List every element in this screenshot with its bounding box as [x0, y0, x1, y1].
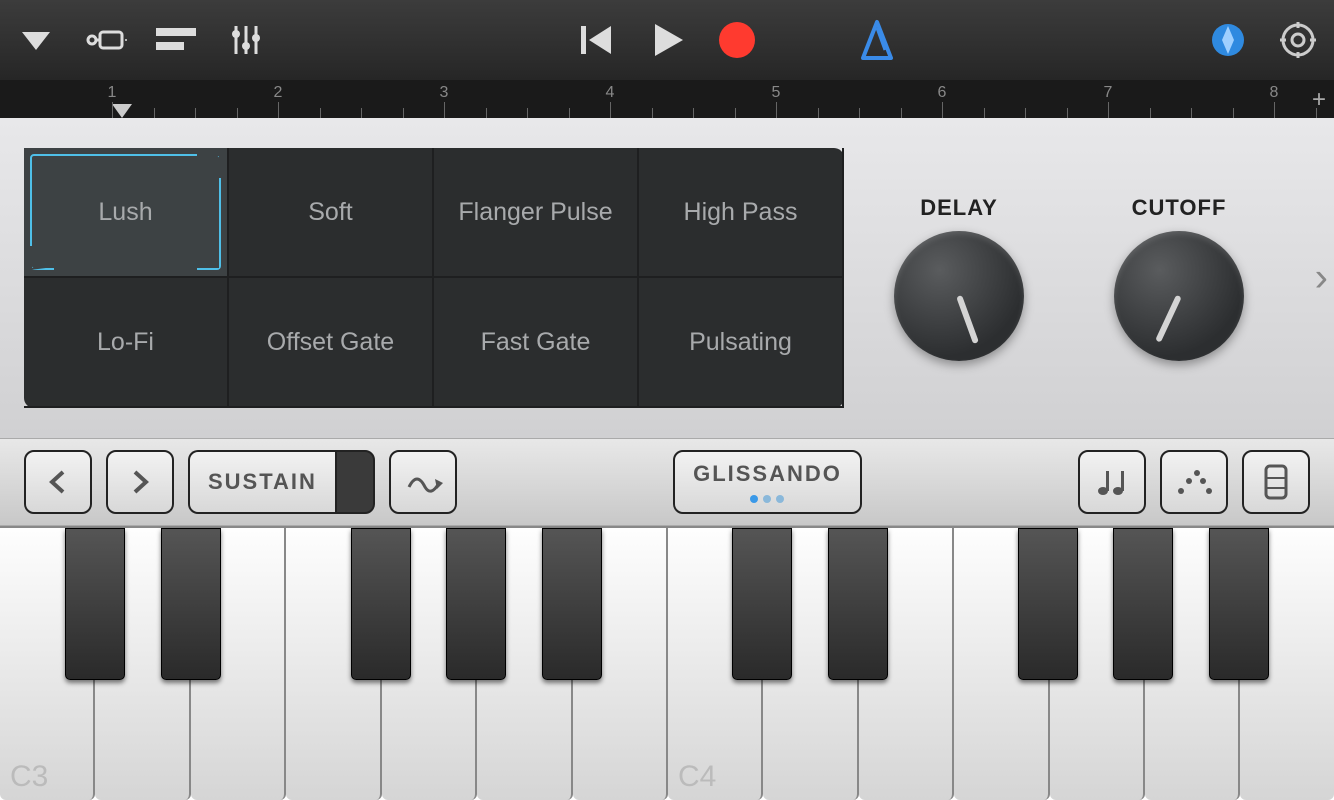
- rewind-icon: [577, 20, 617, 60]
- playhead[interactable]: [112, 104, 132, 118]
- metronome-button[interactable]: [851, 14, 903, 66]
- timeline-bar-label: 4: [606, 84, 615, 102]
- record-icon: [715, 18, 759, 62]
- timeline-bar-label: 6: [938, 84, 947, 102]
- panel-next-button[interactable]: ›: [1315, 256, 1328, 301]
- sustain-button[interactable]: SUSTAIN: [188, 450, 335, 514]
- scale-button[interactable]: [1160, 450, 1228, 514]
- cutoff-label: CUTOFF: [1132, 195, 1227, 221]
- delay-knob-block: DELAY: [894, 195, 1024, 361]
- delay-label: DELAY: [920, 195, 998, 221]
- octave-down-button[interactable]: [24, 450, 92, 514]
- black-key[interactable]: [828, 528, 888, 680]
- rewind-button[interactable]: [571, 14, 623, 66]
- left-toolbar-group: [10, 14, 272, 66]
- glissando-label: GLISSANDO: [693, 461, 842, 487]
- timeline-bar-label: 8: [1270, 84, 1279, 102]
- arpeggiator-button[interactable]: [389, 450, 457, 514]
- instrument-panel: LushSoftFlanger PulseHigh Pass Lo-FiOffse…: [0, 118, 1334, 438]
- scale-icon: [1175, 467, 1213, 497]
- black-key[interactable]: [161, 528, 221, 680]
- black-key[interactable]: [1209, 528, 1269, 680]
- browser-button[interactable]: [80, 14, 132, 66]
- timeline-bar-label: 2: [274, 84, 283, 102]
- mixer-icon: [226, 20, 266, 60]
- browser-icon: [82, 22, 130, 58]
- delay-knob[interactable]: [894, 231, 1024, 361]
- timeline-add-button[interactable]: +: [1312, 86, 1326, 114]
- preset-offset-gate[interactable]: Offset Gate: [229, 278, 434, 408]
- black-key[interactable]: [351, 528, 411, 680]
- black-key[interactable]: [1113, 528, 1173, 680]
- glissando-button[interactable]: GLISSANDO: [673, 450, 862, 514]
- black-key[interactable]: [1018, 528, 1078, 680]
- keyboard-control-row: SUSTAIN GLISSANDO: [0, 438, 1334, 526]
- learn-button[interactable]: [1202, 14, 1254, 66]
- settings-button[interactable]: [1272, 14, 1324, 66]
- tracks-button[interactable]: [150, 14, 202, 66]
- top-toolbar: [0, 0, 1334, 80]
- preset-high-pass[interactable]: High Pass: [639, 148, 844, 278]
- preset-pulsating[interactable]: Pulsating: [639, 278, 844, 408]
- tracks-icon: [154, 22, 198, 58]
- timeline-bar-label: 1: [108, 84, 117, 102]
- cutoff-knob[interactable]: [1114, 231, 1244, 361]
- black-key[interactable]: [732, 528, 792, 680]
- chevron-right-icon: [127, 469, 153, 495]
- sustain-lock-button[interactable]: [335, 450, 375, 514]
- preset-fast-gate[interactable]: Fast Gate: [434, 278, 639, 408]
- knobs-group: DELAY CUTOFF: [894, 195, 1244, 361]
- gear-icon: [1278, 20, 1318, 60]
- key-label-c4: C4: [678, 760, 716, 794]
- chevron-left-icon: [45, 469, 71, 495]
- compass-icon: [1206, 18, 1250, 62]
- preset-lo-fi[interactable]: Lo-Fi: [24, 278, 229, 408]
- preset-soft[interactable]: Soft: [229, 148, 434, 278]
- glissando-content: GLISSANDO: [693, 461, 842, 503]
- black-key[interactable]: [446, 528, 506, 680]
- transport-group: [571, 14, 763, 66]
- triangle-down-icon: [18, 22, 54, 58]
- glissando-dots: [750, 495, 784, 503]
- sustain-label: SUSTAIN: [208, 469, 317, 495]
- menu-dropdown-button[interactable]: [10, 14, 62, 66]
- preset-grid: LushSoftFlanger PulseHigh Pass Lo-FiOffse…: [24, 148, 844, 408]
- timeline-bar-label: 3: [440, 84, 449, 102]
- arpeggiator-icon: [403, 467, 443, 497]
- notes-icon: [1094, 465, 1130, 499]
- record-button[interactable]: [711, 14, 763, 66]
- keyboard-layout-button[interactable]: [1242, 450, 1310, 514]
- timeline[interactable]: + 1 2 3 4 5 6 7 8: [0, 80, 1334, 118]
- timeline-bar-label: 7: [1104, 84, 1113, 102]
- black-key[interactable]: [65, 528, 125, 680]
- mixer-button[interactable]: [220, 14, 272, 66]
- timeline-bar-label: 5: [772, 84, 781, 102]
- right-toolbar-group: [1202, 14, 1324, 66]
- play-icon: [647, 20, 687, 60]
- key-label-c3: C3: [10, 760, 48, 794]
- play-button[interactable]: [641, 14, 693, 66]
- metronome-icon: [855, 18, 899, 62]
- octave-up-button[interactable]: [106, 450, 174, 514]
- sustain-button-group: SUSTAIN: [188, 450, 375, 514]
- velocity-button[interactable]: [1078, 450, 1146, 514]
- preset-lush[interactable]: Lush: [24, 148, 229, 278]
- keyboard-layout-icon: [1264, 464, 1288, 500]
- cutoff-knob-block: CUTOFF: [1114, 195, 1244, 361]
- black-key[interactable]: [542, 528, 602, 680]
- preset-flanger-pulse[interactable]: Flanger Pulse: [434, 148, 639, 278]
- piano-keyboard: C3 C4: [0, 526, 1334, 800]
